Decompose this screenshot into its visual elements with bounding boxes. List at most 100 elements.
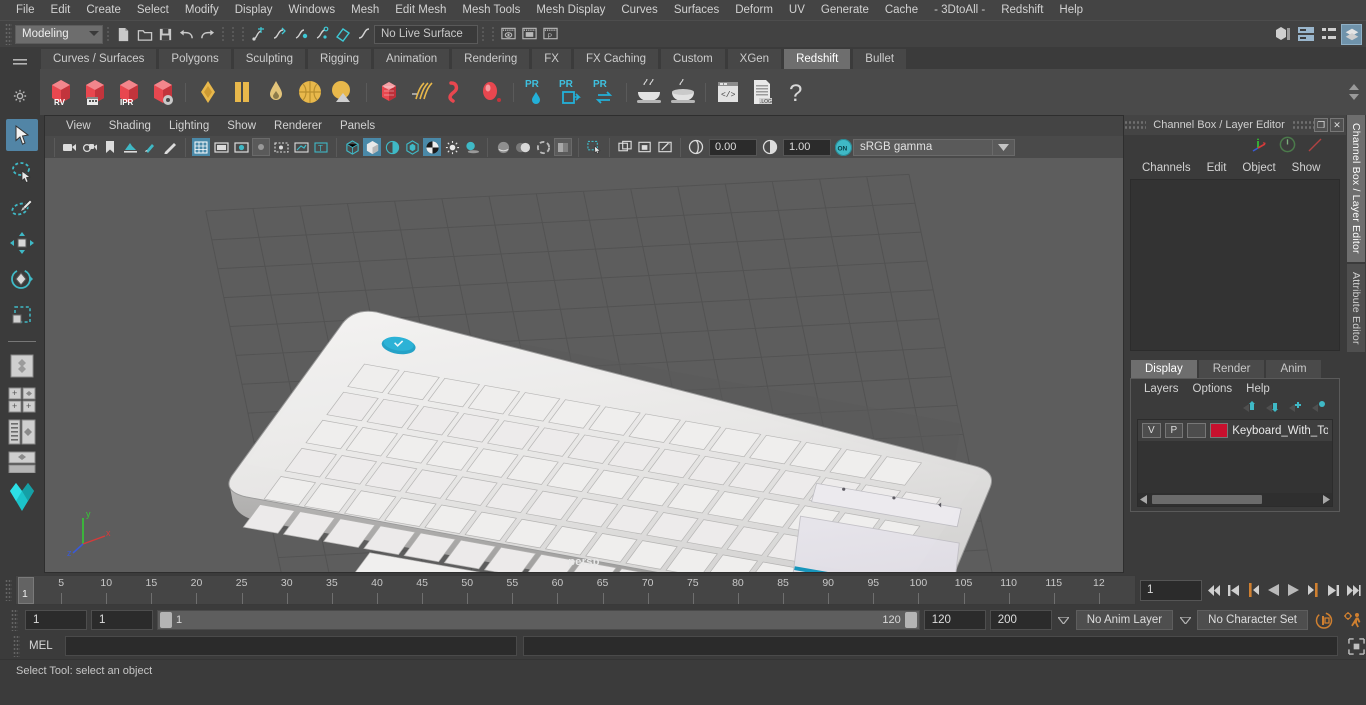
menu-3dtoall[interactable]: - 3DtoAll - [926, 1, 993, 19]
command-output-field[interactable] [523, 636, 1338, 656]
new-scene-icon[interactable] [113, 24, 134, 45]
display-ports-icon[interactable] [616, 138, 634, 156]
shelf-settings-gear-icon[interactable] [13, 89, 27, 106]
shelf-tab-bullet[interactable]: Bullet [852, 48, 908, 69]
exposure-field[interactable]: 0.00 [709, 138, 757, 156]
make-live-icon[interactable] [353, 24, 374, 45]
channelbox-menu-channels[interactable]: Channels [1134, 160, 1199, 176]
shelf-tab-curves-surfaces[interactable]: Curves / Surfaces [40, 48, 158, 69]
play-backwards-button[interactable] [1265, 580, 1282, 600]
lasso-select-tool-button[interactable] [6, 155, 38, 187]
grease-pencil-icon[interactable] [141, 138, 159, 156]
character-set-field[interactable]: No Character Set [1197, 610, 1308, 630]
channelbox-menu-object[interactable]: Object [1234, 160, 1283, 176]
display-ports-2-icon[interactable] [636, 138, 654, 156]
exposure-icon[interactable] [687, 138, 705, 156]
menu-mesh-display[interactable]: Mesh Display [528, 1, 613, 19]
layer-tab-display[interactable]: Display [1130, 359, 1198, 378]
scroll-left-arrow-icon[interactable] [1138, 493, 1150, 506]
menu-cache[interactable]: Cache [877, 1, 926, 19]
range-slider-grip[interactable] [11, 609, 18, 631]
viewport-menu-lighting[interactable]: Lighting [160, 118, 218, 134]
layers-menu-help[interactable]: Help [1239, 381, 1277, 397]
shelf-button-redshift-pr-convert[interactable]: PR [587, 73, 621, 111]
snap-to-view-plane-icon[interactable] [332, 24, 353, 45]
wireframe-shading-icon[interactable] [343, 138, 361, 156]
menu-edit[interactable]: Edit [43, 1, 79, 19]
scroll-right-arrow-icon[interactable] [1320, 493, 1332, 506]
xray-icon[interactable] [272, 138, 290, 156]
menu-mesh[interactable]: Mesh [343, 1, 387, 19]
color-space-dropdown-arrow[interactable] [993, 138, 1015, 156]
shelf-button-redshift-render-sequence[interactable] [78, 73, 112, 111]
shelf-button-redshift-help[interactable]: ? [779, 73, 813, 111]
animation-start-field[interactable]: 1 [25, 610, 87, 630]
menu-uv[interactable]: UV [781, 1, 813, 19]
rotate-tool-button[interactable] [6, 263, 38, 295]
shelf-button-redshift-environment[interactable] [327, 73, 361, 111]
layer-tab-render[interactable]: Render [1197, 359, 1266, 378]
character-set-dropdown-arrow[interactable] [1177, 610, 1193, 630]
smooth-shading-icon[interactable] [363, 138, 381, 156]
scale-tool-button[interactable] [6, 299, 38, 331]
anim-layer-dropdown-arrow[interactable] [1056, 610, 1072, 630]
shelf-button-redshift-hair[interactable] [406, 73, 440, 111]
animation-preferences-icon[interactable] [1340, 610, 1366, 630]
layer-color-swatch[interactable] [1209, 423, 1229, 438]
shelf-button-redshift-proxy[interactable] [372, 73, 406, 111]
motion-blur-icon[interactable] [514, 138, 532, 156]
live-surface-field[interactable]: No Live Surface [374, 24, 478, 44]
snap-to-projected-center-icon[interactable] [311, 24, 332, 45]
shelf-scroll-down-icon[interactable] [1349, 94, 1359, 100]
menu-windows[interactable]: Windows [280, 1, 343, 19]
menu-edit-mesh[interactable]: Edit Mesh [387, 1, 454, 19]
command-line-grip[interactable] [13, 635, 20, 657]
command-input-field[interactable] [65, 636, 517, 656]
panel-restore-button[interactable]: ❐ [1314, 118, 1328, 132]
shelf-menu-icon[interactable] [12, 57, 28, 70]
panel-grip-right[interactable] [1292, 120, 1314, 130]
menu-redshift[interactable]: Redshift [993, 1, 1051, 19]
snapshot-icon[interactable] [656, 138, 674, 156]
use-all-lights-icon[interactable] [443, 138, 461, 156]
go-to-start-button[interactable] [1205, 580, 1222, 600]
resolution-gate-icon[interactable] [232, 138, 250, 156]
script-editor-icon[interactable] [1346, 636, 1366, 656]
redo-icon[interactable] [197, 24, 218, 45]
attribute-editor-icon[interactable] [1295, 24, 1316, 45]
isolate-select-icon[interactable] [585, 138, 603, 156]
bookmark-icon[interactable] [101, 138, 119, 156]
undo-icon[interactable] [176, 24, 197, 45]
range-end-field[interactable]: 120 [923, 610, 986, 630]
open-scene-icon[interactable] [134, 24, 155, 45]
film-gate-icon[interactable] [212, 138, 230, 156]
tool-settings-icon[interactable] [1318, 24, 1339, 45]
shelf-button-redshift-bake-2[interactable] [666, 73, 700, 111]
menu-select[interactable]: Select [129, 1, 177, 19]
panel-close-button[interactable]: ✕ [1330, 118, 1344, 132]
shelf-button-redshift-sprite[interactable] [474, 73, 508, 111]
camera-attributes-icon[interactable] [61, 138, 79, 156]
gamma-icon[interactable] [761, 138, 779, 156]
image-plane-icon[interactable] [121, 138, 139, 156]
menu-surfaces[interactable]: Surfaces [666, 1, 727, 19]
shelf-scroll-up-icon[interactable] [1349, 84, 1359, 90]
layer-playback-toggle[interactable]: P [1164, 423, 1184, 438]
shelf-button-redshift-log[interactable]: .LOG [745, 73, 779, 111]
two-pane-layout-button[interactable]: + + + [6, 386, 38, 414]
shelf-tab-animation[interactable]: Animation [373, 48, 451, 69]
speed-gauge-icon[interactable] [1279, 136, 1296, 156]
shadows-icon[interactable] [463, 138, 481, 156]
viewport-menu-renderer[interactable]: Renderer [265, 118, 331, 134]
gamma-field[interactable]: 1.00 [783, 138, 831, 156]
manipulator-rotate-icon[interactable] [1306, 137, 1324, 156]
shelf-tab-redshift[interactable]: Redshift [783, 48, 852, 69]
move-layer-down-icon[interactable] [1265, 400, 1281, 416]
range-end-handle[interactable] [904, 612, 917, 628]
layer-visibility-toggle[interactable]: V [1142, 423, 1161, 438]
anim-layer-field[interactable]: No Anim Layer [1075, 610, 1174, 630]
layer-tab-anim[interactable]: Anim [1265, 359, 1322, 378]
create-new-layer-icon[interactable] [1288, 400, 1304, 416]
panel-grip-left[interactable] [1124, 120, 1146, 130]
paint-select-tool-button[interactable] [6, 191, 38, 223]
